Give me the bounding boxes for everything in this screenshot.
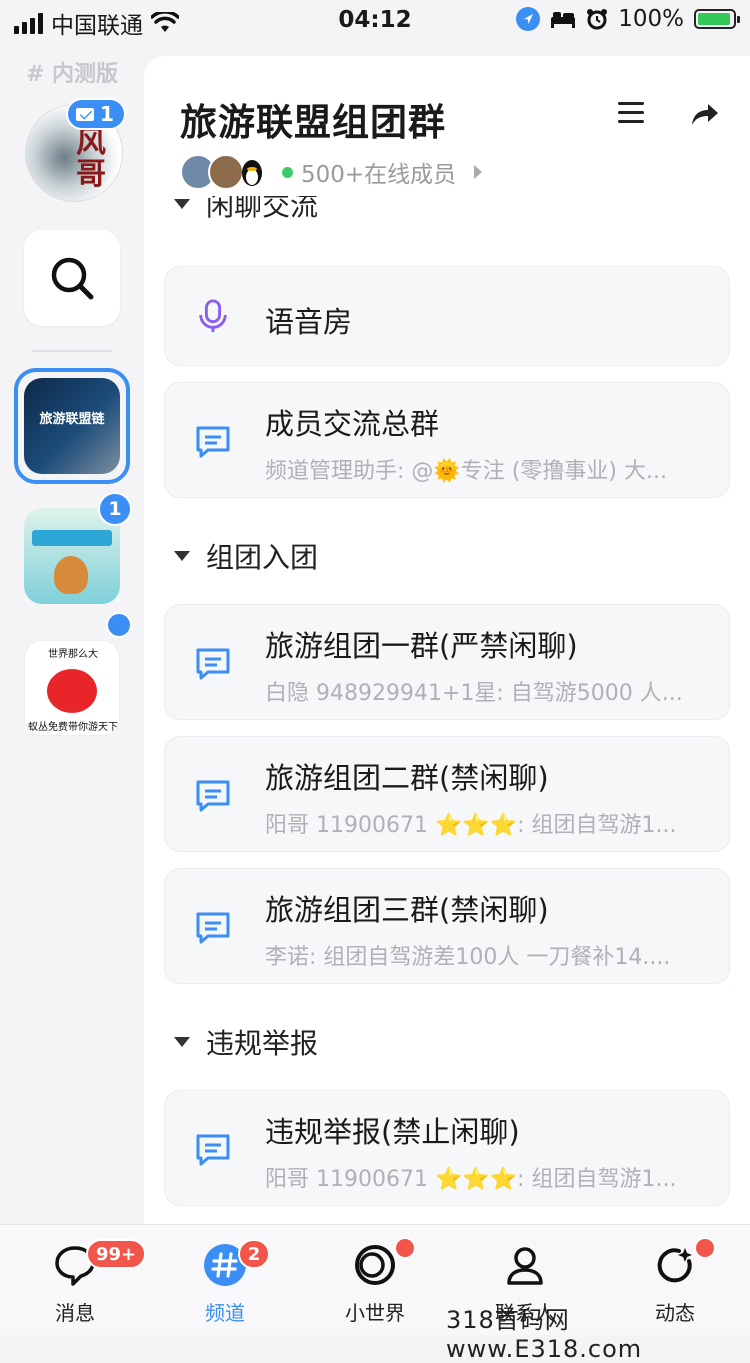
- channel-voice-room[interactable]: 语音房: [164, 266, 730, 366]
- channel-last-message: 阳哥 11900671 ⭐⭐⭐: 组团自驾游1...: [265, 1167, 677, 1192]
- chat-bubble-icon: [196, 912, 230, 944]
- channel-title: 旅游组团二群(禁闲聊): [265, 761, 549, 795]
- channel-panel: 旅游联盟组团群 500+在线成员 闲聊交流 语音房 成员交流总群 频道管理助手:…: [144, 56, 750, 1224]
- small-world-dot: [394, 1237, 416, 1259]
- guild3-dot: [106, 612, 132, 638]
- channel-tour-group-3[interactable]: 旅游组团三群(禁闲聊) 李诺: 组团自驾游差100人 一刀餐补14....: [164, 868, 730, 984]
- channel-title: 违规举报(禁止闲聊): [265, 1115, 520, 1149]
- tab-label: 小世界: [345, 1301, 405, 1325]
- tab-label: 消息: [55, 1301, 95, 1325]
- small-world-icon: [355, 1245, 395, 1285]
- search-icon: [51, 257, 94, 300]
- guild-travel-alliance[interactable]: 旅游联盟链: [24, 378, 120, 474]
- online-count: 500+在线成员: [301, 162, 457, 188]
- section-label: 闲聊交流: [206, 196, 319, 222]
- contacts-person-icon: [507, 1247, 543, 1285]
- feed-dot: [694, 1237, 716, 1259]
- section-label: 违规举报: [206, 1027, 319, 1060]
- mail-badge-count: 1: [100, 102, 114, 126]
- channel-tour-group-2[interactable]: 旅游组团二群(禁闲聊) 阳哥 11900671 ⭐⭐⭐: 组团自驾游1...: [164, 736, 730, 852]
- channel-title: 旅游组团三群(禁闲聊): [265, 893, 549, 927]
- guild2-banner: [32, 530, 112, 546]
- guild-ant[interactable]: 世界那么大 蚁丛免费带你游天下: [24, 640, 120, 736]
- section-header-report[interactable]: 违规举报: [174, 1022, 318, 1062]
- tab-label: 频道: [205, 1301, 245, 1325]
- microphone-icon: [199, 299, 227, 333]
- chevron-right-icon: [474, 165, 483, 179]
- guild2-badge: 1: [98, 492, 132, 526]
- section-clip: 闲聊交流: [144, 196, 750, 226]
- chat-bubble-icon: [196, 1134, 230, 1166]
- guild2-character: [54, 556, 88, 594]
- channel-last-message: 阳哥 11900671 ⭐⭐⭐: 组团自驾游1...: [265, 813, 677, 838]
- section-header-chat[interactable]: 闲聊交流: [174, 196, 318, 224]
- channel-title: 成员交流总群: [265, 407, 440, 441]
- battery-percent: 100%: [618, 6, 684, 32]
- chat-bubble-icon: [196, 780, 230, 812]
- online-members[interactable]: 500+在线成员: [180, 154, 483, 190]
- battery-icon: [694, 9, 740, 29]
- channel-title: 旅游组团一群(严禁闲聊): [265, 629, 578, 663]
- collapse-triangle-icon: [174, 199, 190, 209]
- alarm-icon: [587, 9, 608, 30]
- watermark-text: 318首码网 www.E318.com: [446, 1306, 643, 1363]
- channel-tour-group-1[interactable]: 旅游组团一群(严禁闲聊) 白隐 948929941+1星: 自驾游5000 人.…: [164, 604, 730, 720]
- messages-badge: 99+: [86, 1239, 147, 1269]
- tab-small-world[interactable]: 小世界: [300, 1225, 450, 1335]
- beta-label: # 内测版: [25, 62, 119, 87]
- chat-bubble-icon: [196, 426, 230, 458]
- online-dot: [282, 166, 293, 178]
- channels-badge: 2: [238, 1239, 270, 1269]
- rail-divider: [32, 350, 112, 352]
- channel-last-message: 白隐 948929941+1星: 自驾游5000 人...: [265, 681, 683, 706]
- location-icon: [516, 7, 541, 31]
- channel-last-message: 李诺: 组团自驾游差100人 一刀餐补14....: [265, 945, 671, 970]
- channel-report[interactable]: 违规举报(禁止闲聊) 阳哥 11900671 ⭐⭐⭐: 组团自驾游1...: [164, 1090, 730, 1206]
- tab-messages[interactable]: 99+ 消息: [0, 1225, 150, 1335]
- tab-channels[interactable]: 2 频道: [150, 1225, 300, 1335]
- guild3-bottom-text: 蚁丛免费带你游天下: [28, 722, 118, 733]
- section-label: 组团入团: [206, 541, 319, 574]
- chat-bubble-icon: [196, 648, 230, 680]
- share-icon[interactable]: [690, 100, 720, 128]
- bed-icon: [551, 12, 576, 28]
- collapse-triangle-icon: [174, 1037, 190, 1047]
- channel-title: 语音房: [265, 305, 353, 339]
- search-button[interactable]: [24, 230, 120, 326]
- mail-icon: [76, 107, 94, 121]
- status-right: 100%: [516, 6, 740, 32]
- section-header-tour[interactable]: 组团入团: [174, 536, 318, 576]
- feed-star-icon: [657, 1248, 692, 1283]
- guild1-label: 旅游联盟链: [39, 412, 105, 427]
- menu-icon[interactable]: [618, 102, 644, 124]
- status-bar: 中国联通 04:12 100%: [0, 0, 750, 44]
- guild-title[interactable]: 旅游联盟组团群: [180, 92, 446, 146]
- collapse-triangle-icon: [174, 551, 190, 561]
- channel-last-message: 频道管理助手: @🌞专注 (零撸事业) 大...: [265, 459, 667, 484]
- mail-badge[interactable]: 1: [66, 98, 126, 130]
- avatar-art: 风哥: [76, 125, 106, 192]
- channel-members-chat[interactable]: 成员交流总群 频道管理助手: @🌞专注 (零撸事业) 大...: [164, 382, 730, 498]
- guild3-top-text: 世界那么大: [48, 649, 98, 660]
- qq-penguin-icon: [242, 160, 262, 186]
- ant-logo-icon: [47, 669, 97, 713]
- guild-rail: # 内测版 风哥 1 旅游联盟链 1 世界那么大 蚁丛免费带你游天下: [0, 44, 144, 1224]
